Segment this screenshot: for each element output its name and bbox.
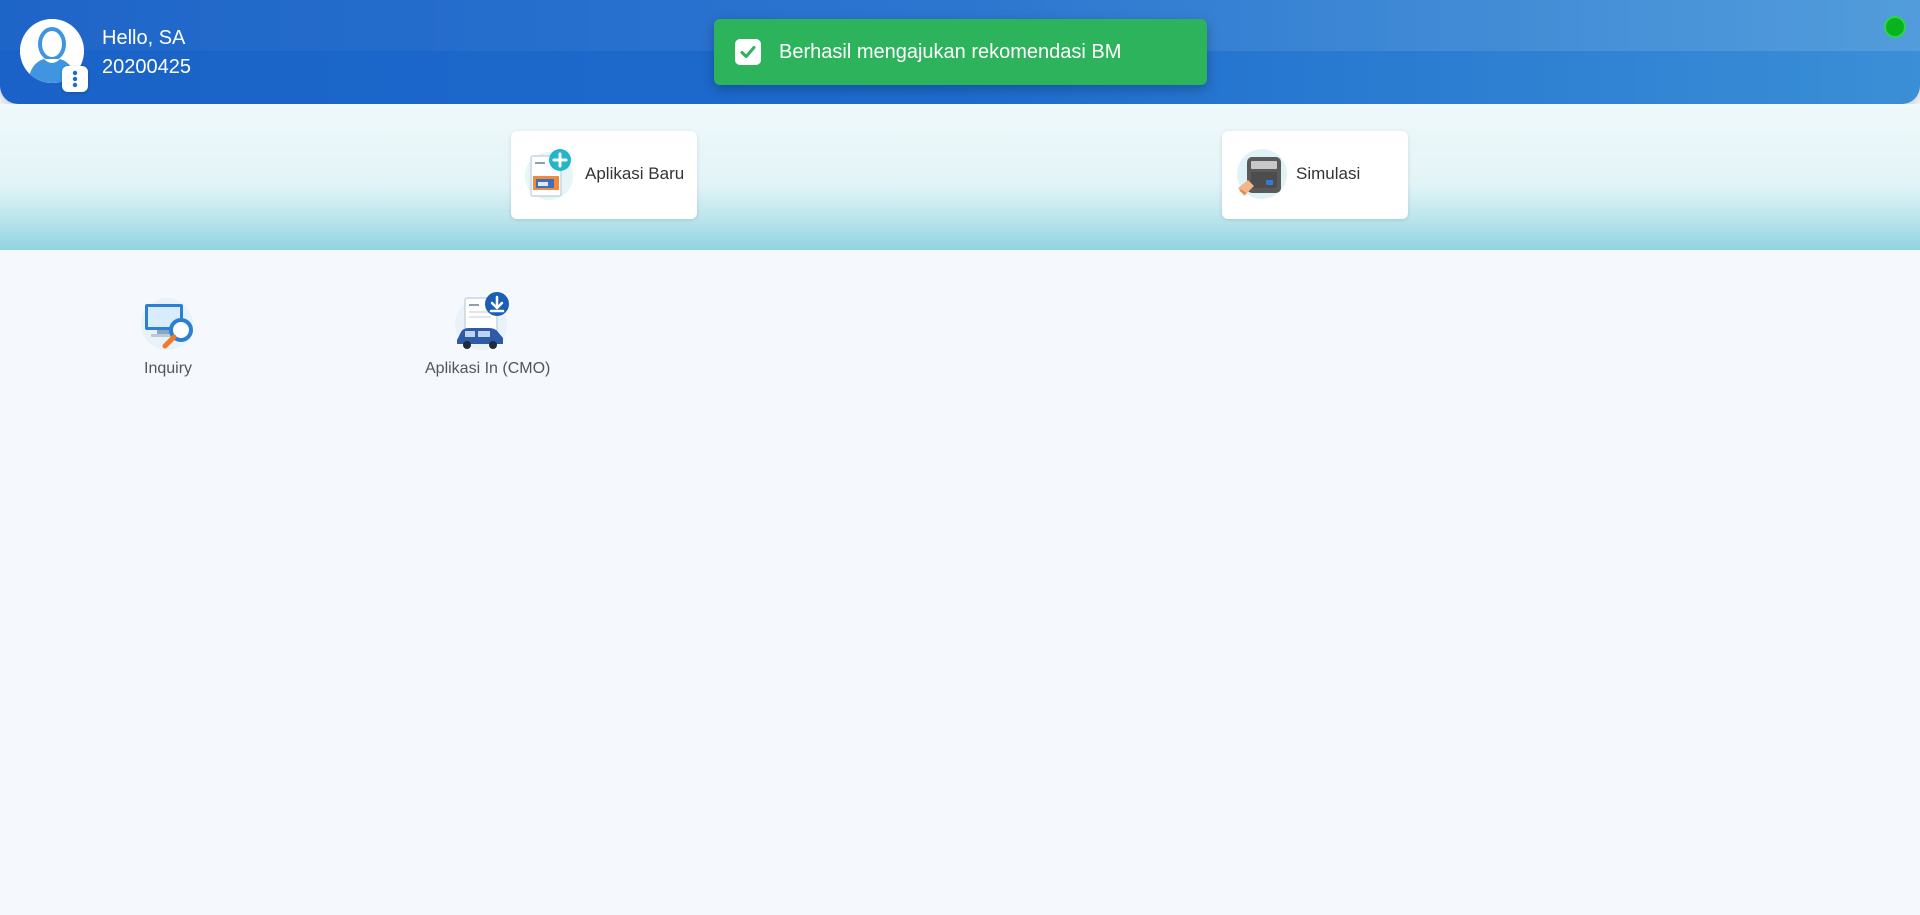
- new-application-icon: [521, 146, 577, 202]
- vertical-dots-icon[interactable]: [62, 66, 88, 92]
- checkbox-check-icon: [735, 39, 761, 65]
- home-page: Hello, SA 20200425 Berhasil mengajukan r…: [0, 0, 1920, 915]
- menu-item-aplikasi-in-cmo[interactable]: Aplikasi In (CMO): [420, 280, 550, 390]
- toast-message: Berhasil mengajukan rekomendasi BM: [779, 40, 1122, 63]
- simulasi-button[interactable]: Simulasi: [1222, 131, 1408, 219]
- aplikasi-baru-button[interactable]: Aplikasi Baru: [511, 131, 697, 219]
- simulasi-label: Simulasi: [1296, 164, 1361, 183]
- menu-item-inquiry[interactable]: Inquiry: [120, 280, 216, 390]
- status-indicator: [1884, 16, 1906, 38]
- inquiry-label: Inquiry: [144, 360, 193, 377]
- success-toast[interactable]: Berhasil mengajukan rekomendasi BM: [714, 19, 1207, 85]
- computer-search-icon: [137, 290, 201, 354]
- calculator-icon: [1232, 146, 1288, 202]
- user-id-text: 20200425: [102, 56, 191, 78]
- aplikasi-baru-label: Aplikasi Baru: [585, 164, 685, 183]
- greeting-text: Hello, SA: [102, 27, 186, 49]
- document-download-car-icon: [451, 290, 515, 354]
- quick-actions-band: [0, 104, 1920, 250]
- aplikasi-in-cmo-label: Aplikasi In (CMO): [425, 360, 551, 377]
